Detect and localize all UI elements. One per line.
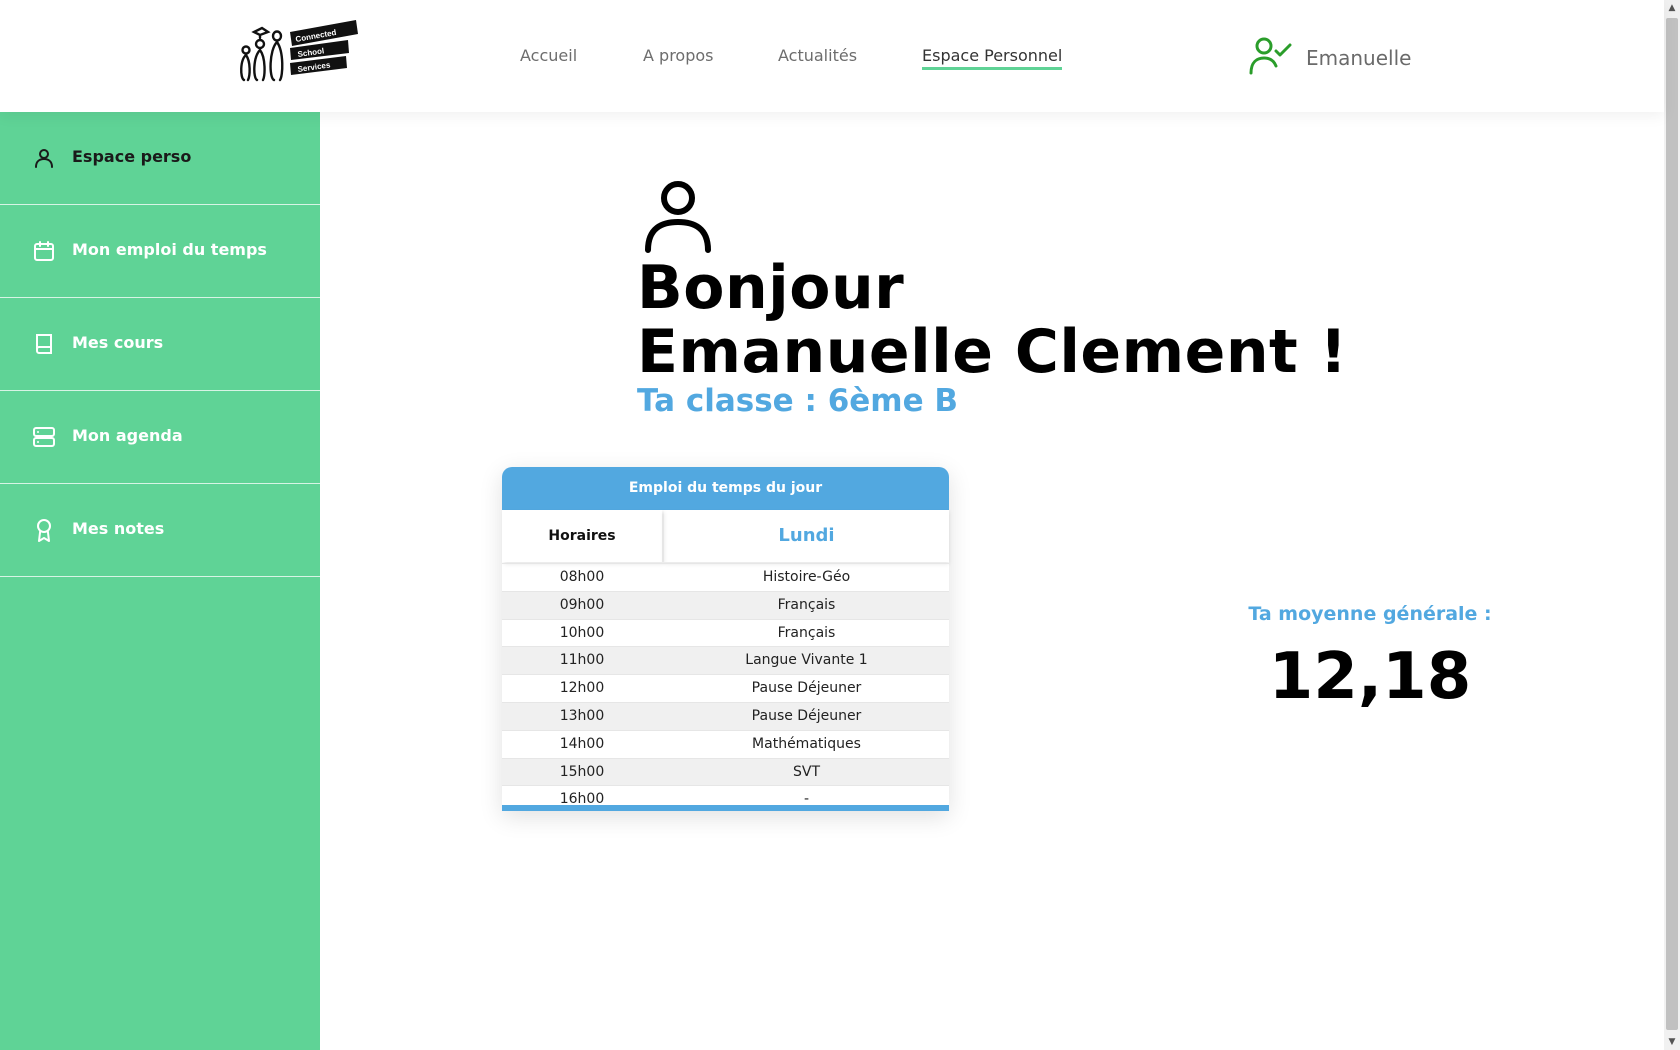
row-subject: Pause Déjeuner [751,707,862,724]
greeting: Bonjour Emanuelle Clement ! [637,256,1348,384]
sidebar: Espace perso Mon emploi du temps Mes cou… [0,112,320,1050]
sidebar-item-label: Mon agenda [72,426,183,445]
row-time: 10h00 [559,624,605,641]
nav-accueil[interactable]: Accueil [520,46,577,65]
row-time: 13h00 [559,707,605,724]
sidebar-item-mon-agenda[interactable]: Mon agenda [0,391,320,484]
sidebar-item-espace-perso[interactable]: Espace perso [0,112,320,205]
book-icon [36,334,52,354]
top-header: Connected School Services Accueil A prop… [0,0,1664,112]
row-time: 14h00 [559,735,605,752]
row-time: 12h00 [559,680,605,697]
server-icon [33,427,55,447]
row-subject: Français [777,624,836,641]
row-subject: Mathématiques [752,735,861,752]
row-time: 11h00 [559,652,605,669]
sidebar-item-mes-cours[interactable]: Mes cours [0,298,320,391]
table-row: 11h00 Langue Vivante 1 [502,646,949,675]
table-row: 14h00 Mathématiques [502,729,949,758]
table-row: 08h00 Histoire-Géo [502,563,949,591]
column-header-time: Horaires [502,510,662,562]
greeting-line-2: Emanuelle Clement ! [637,317,1348,387]
row-subject: Langue Vivante 1 [745,652,868,669]
nav-a-propos[interactable]: A propos [643,46,713,65]
page-scrollbar[interactable]: ▲ ▼ [1664,0,1680,1050]
sidebar-item-label: Mes notes [72,519,165,538]
nav-actualites[interactable]: Actualités [778,46,857,65]
class-label: Ta classe : 6ème B [637,383,959,419]
average-label: Ta moyenne générale : [1248,603,1492,625]
sidebar-item-emploi-du-temps[interactable]: Mon emploi du temps [0,205,320,298]
scroll-up-arrow-icon[interactable]: ▲ [1664,0,1680,16]
table-row: 10h00 Français [502,618,949,647]
award-icon [37,519,51,542]
user-icon [35,149,53,168]
user-name: Emanuelle [1306,46,1412,70]
row-subject: Français [777,596,836,613]
user-check-icon [1249,37,1292,75]
sidebar-item-label: Espace perso [72,147,192,166]
greeting-line-1: Bonjour [637,253,905,323]
scroll-down-arrow-icon[interactable]: ▼ [1664,1034,1680,1050]
calendar-icon [34,241,54,261]
row-subject: SVT [792,763,820,780]
table-row: 13h00 Pause Déjeuner [502,701,949,730]
row-time: 08h00 [559,569,605,585]
scrollbar-thumb[interactable] [1666,18,1678,1030]
table-row: 09h00 Français [502,590,949,619]
timetable-card: Emploi du temps du jour Horaires Lundi 0… [502,467,949,811]
row-time: 09h00 [559,596,605,613]
sidebar-item-label: Mes cours [72,333,164,352]
sidebar-item-label: Mon emploi du temps [72,240,267,259]
school-logo[interactable]: Connected School Services [236,20,360,82]
average-value: 12,18 [1268,640,1472,714]
row-subject: Pause Déjeuner [751,680,862,697]
sidebar-item-mes-notes[interactable]: Mes notes [0,484,320,577]
timetable-rows: 08h00 Histoire-Géo 09h00 Français 10h00 Fra… [502,563,949,813]
table-row: 15h00 SVT [502,757,949,786]
timetable-title: Emploi du temps du jour [502,467,949,510]
column-header-day: Lundi [664,510,949,562]
row-subject: Histoire-Géo [762,569,851,585]
table-row: 12h00 Pause Déjeuner [502,674,949,702]
row-time: 15h00 [559,763,605,780]
profile-avatar-icon [645,181,711,253]
nav-espace-personnel[interactable]: Espace Personnel [922,46,1063,70]
timetable-footer-bar [502,805,949,811]
